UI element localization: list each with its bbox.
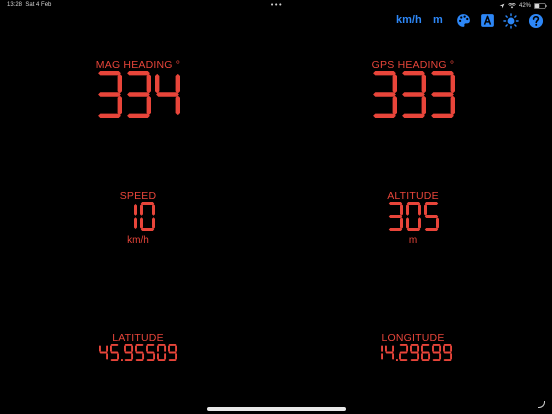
speed-value-digit-1 [139, 202, 155, 231]
longitude-panel: LONGITUDE [313, 332, 513, 361]
multitasking-dots-icon[interactable]: ••• [270, 1, 282, 9]
latitude-value-digit-4 [135, 344, 145, 361]
altitude-value [388, 202, 439, 231]
battery-icon [534, 3, 547, 9]
brightness-icon[interactable] [503, 13, 519, 29]
longitude-value-decimal-point [395, 359, 398, 361]
latitude-value-digit-5 [146, 344, 156, 361]
speed-label: SPEED [119, 190, 157, 202]
help-icon[interactable] [528, 13, 544, 29]
gps-heading-label: GPS HEADING ° [371, 59, 455, 71]
status-date: Sat 4 Feb [25, 2, 52, 8]
longitude-value [381, 344, 453, 361]
speed-value-digit-0 [133, 203, 137, 230]
status-clock: 13:28 [7, 2, 23, 8]
speed-value [133, 202, 155, 231]
longitude-value-digit-5 [421, 344, 431, 361]
latitude-label: LATITUDE [112, 332, 164, 344]
longitude-value-digit-3 [399, 344, 409, 361]
latitude-value-digit-1 [109, 344, 119, 361]
speed-panel: SPEED km/h [38, 190, 238, 246]
longitude-value-digit-6 [432, 344, 442, 361]
gps-heading-panel: GPS HEADING ° [313, 59, 513, 118]
status-indicators: 42% [499, 2, 547, 10]
altitude-unit: m [408, 235, 418, 246]
mag-heading-value-digit-1 [126, 71, 151, 118]
speed-unit: km/h [127, 235, 149, 246]
font-icon[interactable] [480, 13, 495, 28]
longitude-value-digit-7 [443, 344, 453, 361]
gps-heading-value-digit-1 [401, 71, 426, 118]
mag-heading-value [97, 71, 180, 118]
mag-heading-label: MAG HEADING ° [95, 59, 181, 71]
altitude-value-digit-2 [423, 202, 439, 231]
longitude-label: LONGITUDE [381, 332, 445, 344]
longitude-value-digit-0 [381, 345, 383, 360]
latitude-panel: LATITUDE [38, 332, 238, 361]
latitude-value-digit-6 [157, 344, 167, 361]
resize-corner-icon [538, 401, 545, 408]
location-icon [499, 3, 505, 9]
altitude-panel: ALTITUDE m [313, 190, 513, 246]
latitude-value-digit-0 [98, 345, 108, 360]
gps-heading-value [372, 71, 455, 118]
latitude-value-digit-3 [124, 344, 134, 361]
longitude-value-digit-4 [410, 344, 420, 361]
altitude-value-digit-0 [388, 202, 403, 231]
latitude-value-digit-7 [168, 344, 178, 361]
altitude-label: ALTITUDE [387, 190, 439, 202]
wifi-icon [508, 3, 516, 9]
mag-heading-value-digit-2 [154, 73, 180, 116]
battery-percent: 42% [518, 3, 531, 9]
latitude-value [98, 344, 178, 361]
latitude-value-decimal-point [120, 359, 123, 361]
status-bar: 13:28 Sat 4 Feb ••• 42% [0, 0, 552, 12]
altitude-value-digit-1 [405, 202, 421, 231]
gps-heading-value-digit-2 [430, 71, 455, 118]
speed-unit-button[interactable]: km/h [396, 14, 422, 26]
longitude-value-digit-1 [384, 345, 394, 360]
palette-icon[interactable] [456, 13, 471, 28]
altitude-unit-button[interactable]: m [433, 14, 443, 26]
mag-heading-panel: MAG HEADING ° [38, 59, 238, 118]
home-indicator[interactable] [207, 407, 346, 411]
gps-heading-value-digit-0 [372, 71, 397, 118]
mag-heading-value-digit-0 [97, 71, 122, 118]
status-time: 13:28 Sat 4 Feb [7, 2, 51, 8]
